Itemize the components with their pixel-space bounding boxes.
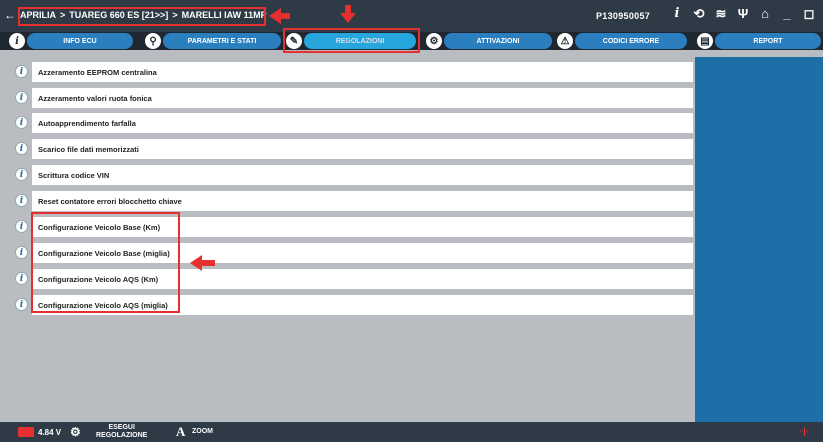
list-item[interactable]: Configurazione Veicolo Base (miglia) — [32, 243, 693, 263]
serial-number: P130950057 — [596, 11, 651, 21]
info-icon[interactable]: i — [15, 246, 28, 259]
list-item[interactable]: Configurazione Veicolo AQS (miglia) — [32, 295, 693, 315]
window-icon[interactable]: ◻ — [802, 6, 816, 22]
info-icon[interactable]: i — [15, 168, 28, 181]
brand-logo-icon: ◦|◦ — [800, 426, 809, 436]
execute-adjustment-button[interactable]: ESEGUI REGOLAZIONE — [96, 424, 147, 440]
history-icon[interactable]: ⟲ — [692, 6, 706, 22]
gears-icon[interactable]: ⚙ — [70, 425, 81, 439]
info-icon[interactable]: i — [15, 142, 28, 155]
magnifier-icon[interactable]: ⚲ — [145, 33, 161, 49]
wrench-icon[interactable]: ✎ — [286, 33, 302, 49]
tab-attivazioni[interactable]: ATTIVAZIONI — [444, 33, 552, 49]
info-icon[interactable]: i — [15, 272, 28, 285]
usb-icon[interactable]: Ψ — [736, 6, 750, 22]
back-arrow-icon[interactable]: ← — [4, 8, 18, 22]
breadcrumb-model[interactable]: TUAREG 660 ES [21>>] — [69, 10, 168, 20]
list-item[interactable]: Scarico file dati memorizzati — [32, 139, 693, 159]
tab-arrow — [340, 13, 356, 23]
zoom-label[interactable]: ZOOM — [192, 428, 213, 435]
tab-report[interactable]: REPORT — [715, 33, 821, 49]
breadcrumb-separator: > — [60, 10, 66, 20]
info-icon[interactable]: i — [9, 33, 25, 49]
adjustments-panel: i Azzeramento EEPROM centralina i Azzera… — [0, 50, 823, 424]
battery-icon — [18, 427, 34, 437]
info-icon[interactable]: i — [15, 91, 28, 104]
breadcrumb-arrow-tail — [280, 13, 290, 19]
top-bar: ← APRILIA > TUAREG 660 ES [21>>] > MAREL… — [0, 0, 823, 32]
tab-regolazioni[interactable]: REGOLAZIONI — [304, 33, 416, 49]
breadcrumb-brand[interactable]: APRILIA — [20, 10, 56, 20]
info-icon[interactable]: i — [670, 6, 684, 22]
tab-bar: i INFO ECU ⚲ PARAMETRI E STATI ✎ REGOLAZ… — [0, 32, 823, 50]
details-panel — [695, 57, 823, 424]
list-item[interactable]: Azzeramento valori ruota fonica — [32, 88, 693, 108]
zoom-icon[interactable]: A — [176, 424, 185, 440]
breadcrumb-ecu: MARELLI IAW 11MP — [181, 10, 267, 20]
tab-info-ecu[interactable]: INFO ECU — [27, 33, 133, 49]
report-icon[interactable]: ▤ — [697, 33, 713, 49]
list-item[interactable]: Configurazione Veicolo Base (Km) — [32, 217, 693, 237]
info-icon[interactable]: i — [15, 220, 28, 233]
top-toolbar: i ⟲ ≋ Ψ ⌂ _ ◻ ⏻ — [670, 6, 823, 22]
tab-codici-errore[interactable]: CODICI ERRORE — [575, 33, 687, 49]
info-icon[interactable]: i — [15, 298, 28, 311]
tab-parametri-stati[interactable]: PARAMETRI E STATI — [163, 33, 281, 49]
configurazione-arrow-tail — [201, 260, 215, 266]
breadcrumb-separator: > — [172, 10, 178, 20]
bottom-bar: 4.84 V ⚙ ESEGUI REGOLAZIONE A ZOOM ◦|◦ — [0, 422, 823, 442]
execute-label-line1: ESEGUI — [108, 424, 135, 431]
actuator-icon[interactable]: ⚙ — [426, 33, 442, 49]
warning-icon[interactable]: ⚠ — [557, 33, 573, 49]
info-icon[interactable]: i — [15, 65, 28, 78]
list-item[interactable]: Autoapprendimento farfalla — [32, 113, 693, 133]
minimize-icon[interactable]: _ — [780, 6, 794, 22]
connection-icon[interactable]: ≋ — [714, 6, 728, 22]
info-icon[interactable]: i — [15, 194, 28, 207]
execute-label-line2: REGOLAZIONE — [96, 432, 148, 439]
list-item[interactable]: Azzeramento EEPROM centralina — [32, 62, 693, 82]
home-icon[interactable]: ⌂ — [758, 6, 772, 22]
list-item[interactable]: Reset contatore errori blocchetto chiave — [32, 191, 693, 211]
list-item[interactable]: Configurazione Veicolo AQS (Km) — [32, 269, 693, 289]
breadcrumb: APRILIA > TUAREG 660 ES [21>>] > MARELLI… — [20, 10, 267, 20]
battery-voltage: 4.84 V — [38, 428, 62, 437]
list-item[interactable]: Scrittura codice VIN — [32, 165, 693, 185]
info-icon[interactable]: i — [15, 116, 28, 129]
